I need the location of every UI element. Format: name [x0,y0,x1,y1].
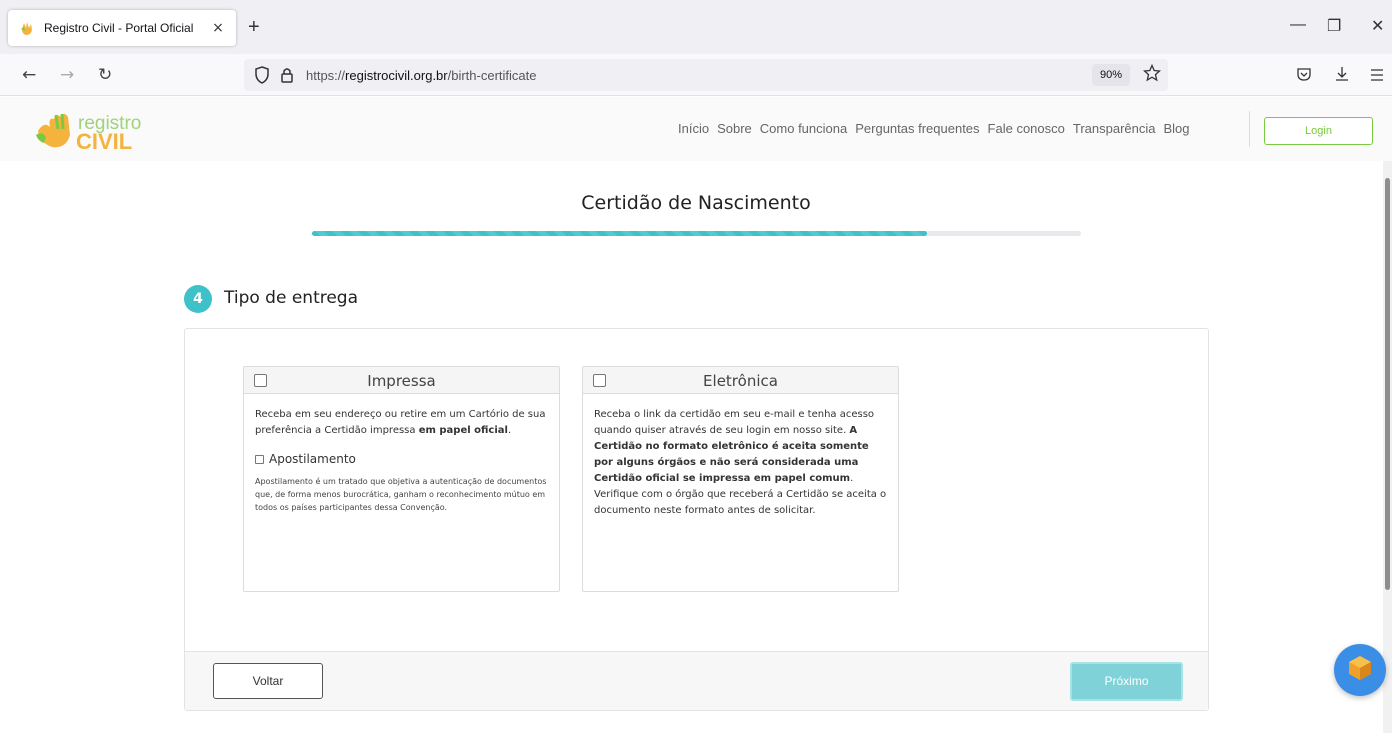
forward-arrow-icon[interactable]: → [60,65,74,85]
next-button[interactable]: Próximo [1070,662,1183,701]
cube-icon [1347,654,1373,686]
minimize-icon[interactable]: — [1290,16,1306,34]
option-eletronica-header[interactable]: Eletrônica [583,367,898,394]
back-arrow-icon[interactable]: ← [22,65,36,85]
option-impressa-header[interactable]: Impressa [244,367,559,394]
download-icon[interactable] [1334,65,1350,87]
address-bar[interactable]: https://registrocivil.org.br/birth-certi… [244,59,1168,91]
registro-civil-logo[interactable]: registro CIVIL [36,109,156,154]
back-button[interactable]: Voltar [213,663,323,699]
delivery-type-card: Impressa Receba em seu endereço ou retir… [184,328,1209,711]
option-eletronica[interactable]: Eletrônica Receba o link da certidão em … [582,366,899,592]
step-number-badge: 4 [184,285,212,313]
menu-perguntas-frequentes[interactable]: Perguntas frequentes [855,121,979,136]
card-footer: Voltar Próximo [185,651,1208,710]
main-menu: Início Sobre Como funciona Perguntas fre… [678,121,1190,136]
chat-widget-button[interactable] [1334,644,1386,696]
option-impressa-body: Receba em seu endereço ou retire em um C… [244,394,559,514]
browser-tab-bar: Registro Civil - Portal Oficial × + — ❐ … [0,0,1392,54]
browser-tab[interactable]: Registro Civil - Portal Oficial × [8,10,236,46]
tab-title: Registro Civil - Portal Oficial [44,21,194,35]
menu-transparencia[interactable]: Transparência [1073,121,1156,136]
shield-icon[interactable] [254,66,270,88]
apostilamento-row[interactable]: Apostilamento [255,451,548,467]
url-text[interactable]: https://registrocivil.org.br/birth-certi… [306,68,537,83]
hand-favicon-icon [18,19,36,37]
menu-blog[interactable]: Blog [1164,121,1190,136]
tab-close-icon[interactable]: × [210,20,226,36]
apostilamento-checkbox[interactable] [255,454,264,464]
login-button[interactable]: Login [1264,117,1373,145]
menu-inicio[interactable]: Início [678,121,709,136]
menu-fale-conosco[interactable]: Fale conosco [988,121,1065,136]
page-title: Certidão de Nascimento [581,192,811,214]
option-impressa[interactable]: Impressa Receba em seu endereço ou retir… [243,366,560,592]
menu-divider [1249,111,1250,147]
impressa-description: Receba em seu endereço ou retire em um C… [255,409,546,436]
restore-icon[interactable]: ❐ [1327,16,1341,36]
scrollbar-thumb[interactable] [1385,178,1390,590]
progress-bar-fill [312,231,928,236]
apostilamento-description: Apostilamento é um tratado que objetiva … [255,477,547,512]
menu-como-funciona[interactable]: Como funciona [760,121,847,136]
menu-hamburger-icon[interactable] [1370,67,1384,86]
step-title: Tipo de entrega [224,288,359,308]
new-tab-button[interactable]: + [248,17,260,37]
progress-bar [312,231,1081,236]
svg-text:CIVIL: CIVIL [76,129,132,153]
reload-icon[interactable]: ↻ [98,65,112,85]
bookmark-star-icon[interactable] [1142,63,1162,86]
lock-icon[interactable] [280,66,294,88]
menu-sobre[interactable]: Sobre [717,121,752,136]
close-window-icon[interactable]: ✕ [1371,16,1384,36]
pocket-icon[interactable] [1296,66,1312,86]
option-impressa-title: Impressa [367,372,436,390]
option-eletronica-title: Eletrônica [703,372,778,390]
eletronica-description: Receba o link da certidão em seu e-mail … [594,409,887,516]
site-header: registro CIVIL Início Sobre Como funcion… [0,97,1392,161]
apostilamento-label[interactable]: Apostilamento [269,451,356,467]
zoom-level-badge[interactable]: 90% [1092,64,1131,86]
option-eletronica-body: Receba o link da certidão em seu e-mail … [583,394,898,519]
